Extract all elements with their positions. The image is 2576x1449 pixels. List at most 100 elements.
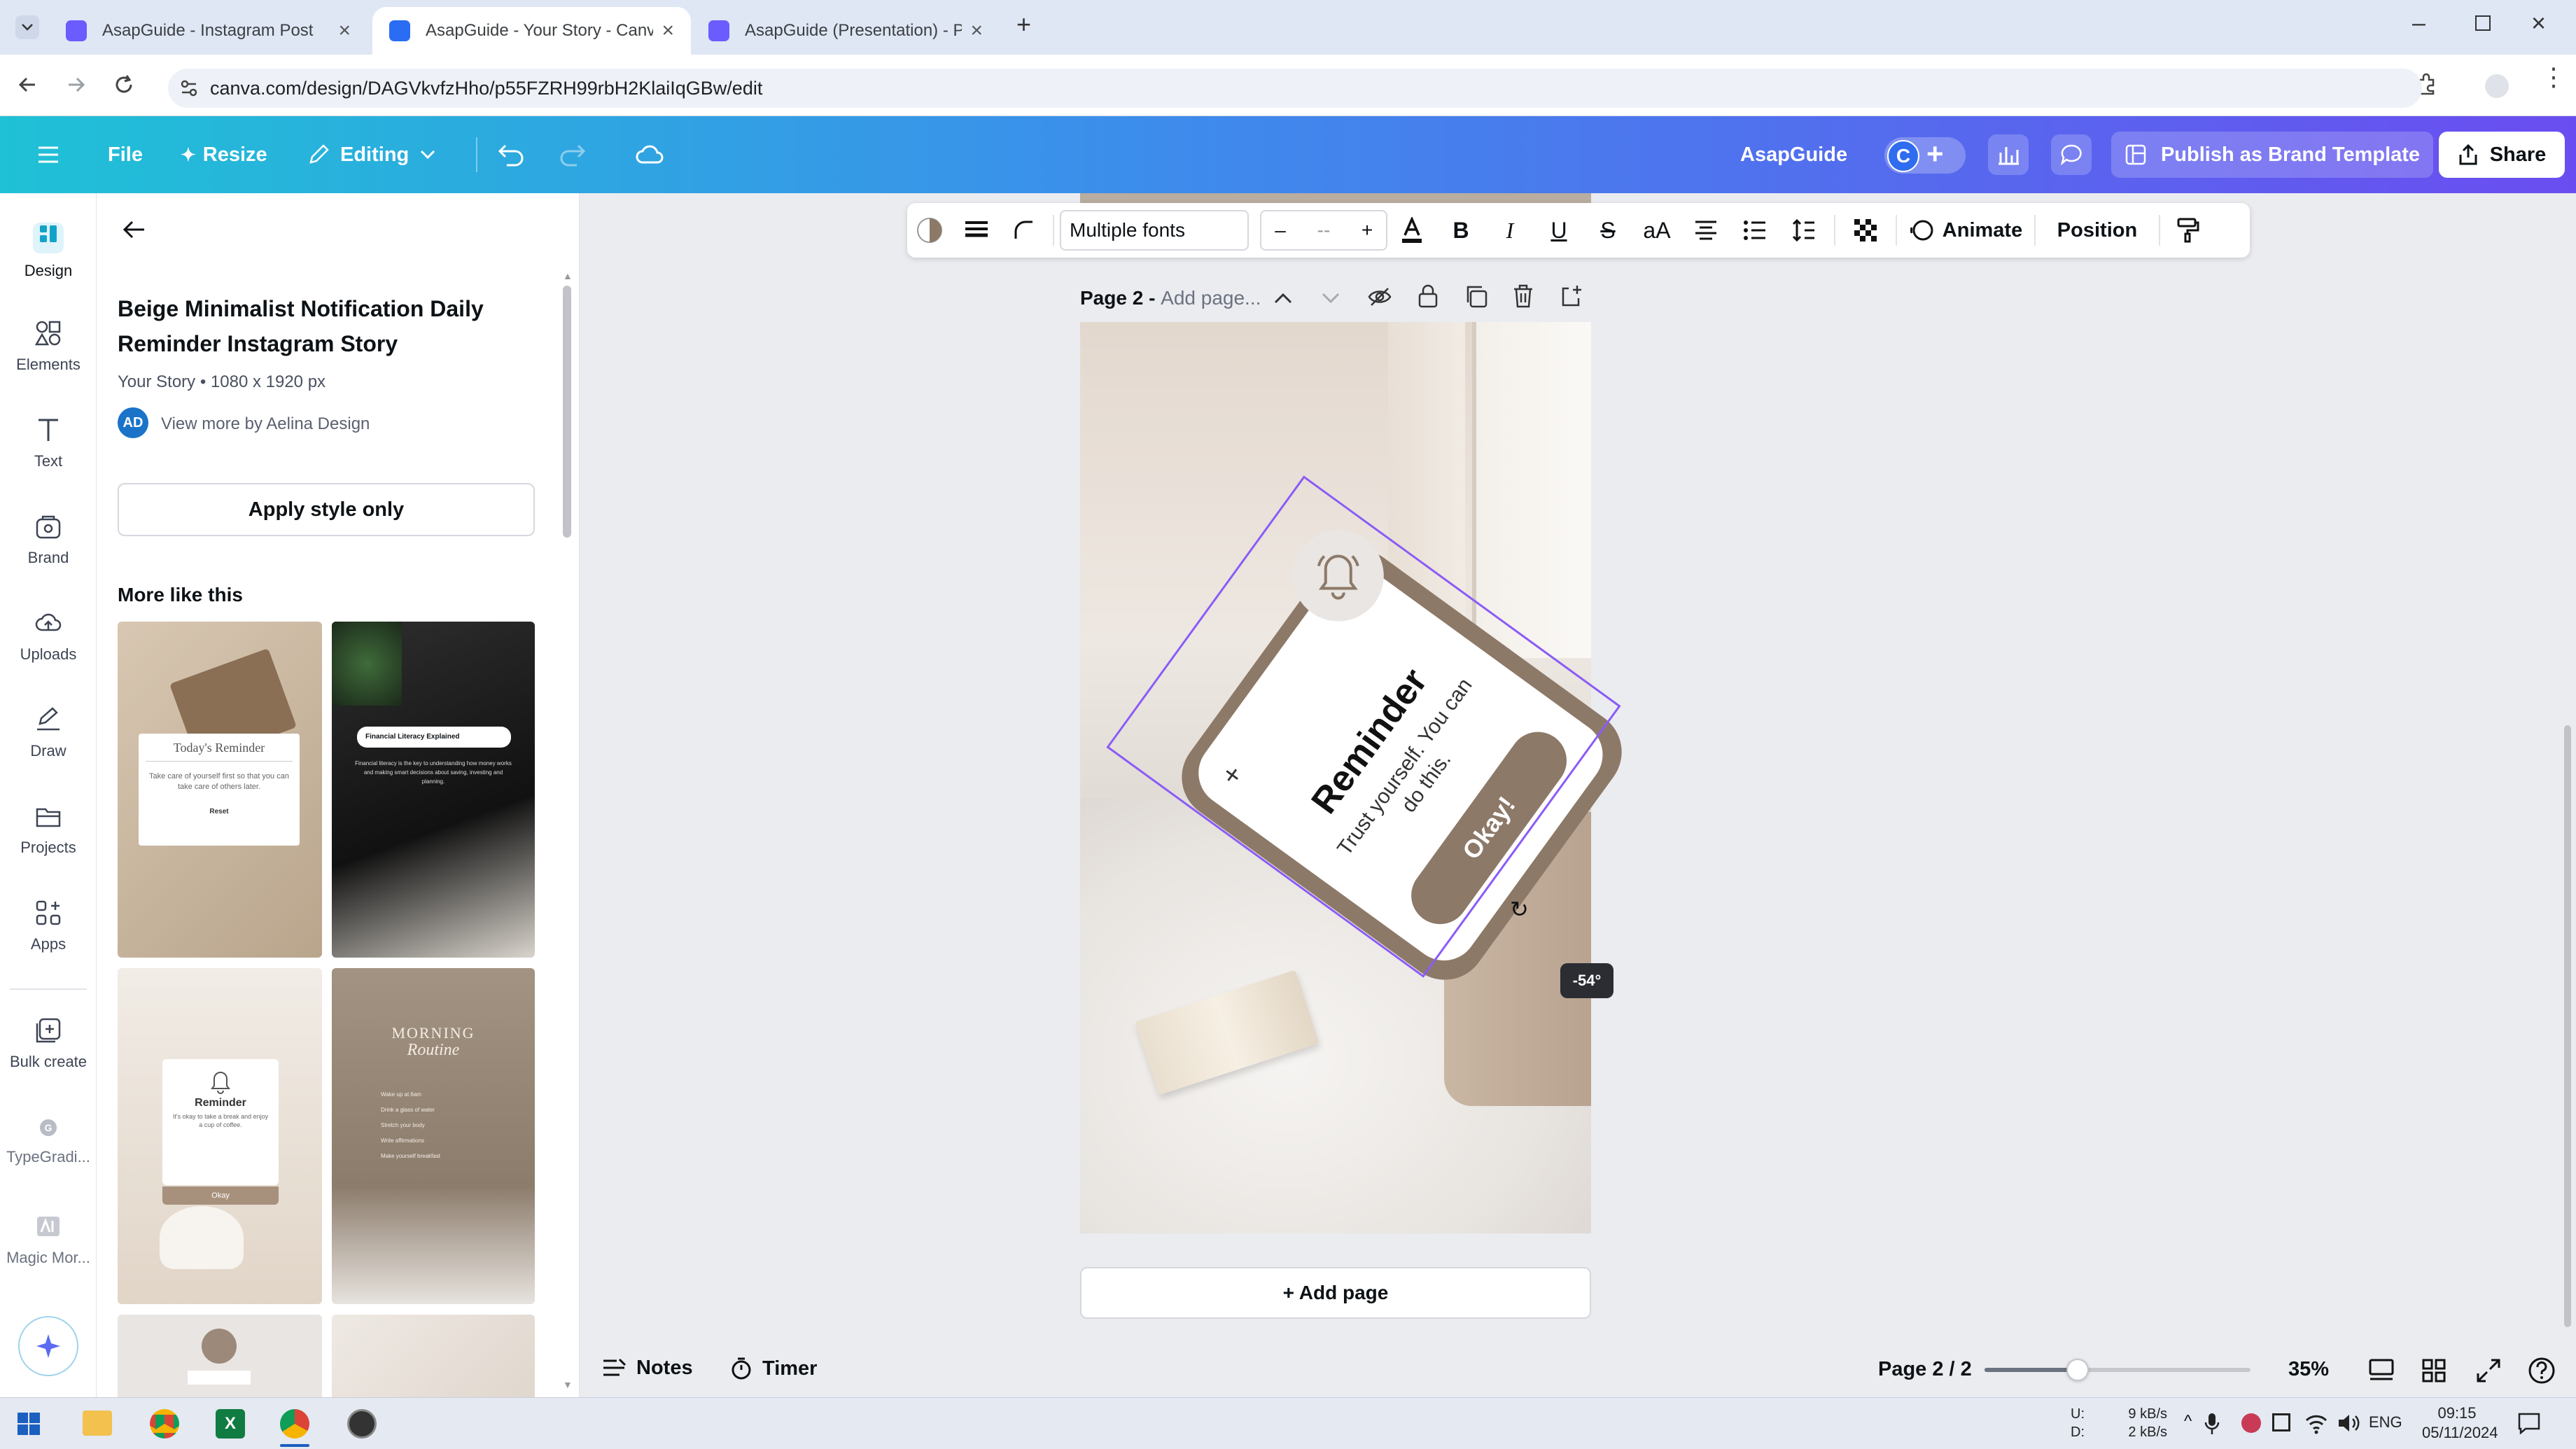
template-thumbnail[interactable]: [118, 1315, 322, 1397]
browser-menu-icon[interactable]: ⋮: [2541, 64, 2566, 90]
apply-style-button[interactable]: Apply style only: [118, 483, 535, 536]
redo-icon[interactable]: [559, 141, 587, 168]
page-view-icon[interactable]: [2368, 1358, 2395, 1383]
team-name[interactable]: AsapGuide: [1740, 116, 1847, 193]
scroll-down-arrow[interactable]: ▼: [563, 1379, 573, 1390]
lock-icon[interactable]: [1416, 283, 1440, 309]
minimize-window-button[interactable]: –: [2412, 10, 2426, 37]
font-size-increase-button[interactable]: +: [1348, 211, 1386, 249]
wifi-icon[interactable]: [2304, 1412, 2328, 1434]
page-title-input[interactable]: Add page...: [1161, 287, 1261, 309]
zoom-slider-handle[interactable]: [2066, 1359, 2089, 1381]
microphone-icon[interactable]: [2204, 1412, 2220, 1436]
comments-button[interactable]: [2051, 134, 2092, 175]
chrome-icon[interactable]: [150, 1409, 179, 1438]
tray-app-icon[interactable]: [2272, 1413, 2290, 1432]
font-size-decrease-button[interactable]: –: [1261, 211, 1299, 249]
chevron-up-icon[interactable]: [1273, 291, 1293, 305]
site-info-icon[interactable]: [179, 78, 199, 98]
list-button[interactable]: [1730, 203, 1779, 258]
rail-item-uploads[interactable]: Uploads: [0, 609, 97, 664]
browser-tab-3[interactable]: AsapGuide (Presentation) - Pre ×: [692, 7, 1000, 55]
file-explorer-icon[interactable]: [83, 1410, 112, 1436]
browser-tab-2[interactable]: AsapGuide - Your Story - Canva ×: [372, 7, 691, 55]
editing-mode-button[interactable]: Editing: [307, 116, 435, 193]
close-tab-icon[interactable]: ×: [338, 19, 351, 43]
notes-button[interactable]: Notes: [601, 1357, 693, 1380]
rail-item-design[interactable]: Design: [0, 223, 97, 280]
template-thumbnail[interactable]: Financial Literacy Explained Financial l…: [332, 622, 535, 958]
template-thumbnail[interactable]: Today's Reminder Take care of yourself f…: [118, 622, 322, 958]
font-size-input[interactable]: --: [1299, 211, 1348, 249]
new-tab-button[interactable]: +: [1016, 10, 1031, 39]
add-page-button[interactable]: + Add page: [1080, 1267, 1591, 1319]
grid-view-icon[interactable]: [2421, 1358, 2446, 1383]
panel-scrollbar[interactable]: ▲ ▼: [560, 270, 574, 1390]
rail-item-bulk-create[interactable]: Bulk create: [0, 1016, 97, 1071]
restore-window-button[interactable]: [2475, 15, 2491, 31]
excel-icon[interactable]: X: [216, 1409, 245, 1438]
zoom-level[interactable]: 35%: [2288, 1358, 2329, 1381]
url-bar[interactable]: canva.com/design/DAGVkvfzHho/p55FZRH99rb…: [168, 69, 2422, 108]
tray-app-icon[interactable]: [2241, 1413, 2261, 1433]
browser-tab-1[interactable]: AsapGuide - Instagram Post ×: [49, 7, 368, 55]
spacing-button[interactable]: [1779, 203, 1828, 258]
rail-item-magic-morph[interactable]: Magic Mor...: [0, 1212, 97, 1267]
chrome-active-icon[interactable]: [280, 1409, 309, 1438]
scrollbar-thumb[interactable]: [563, 286, 571, 538]
publish-brand-template-button[interactable]: Publish as Brand Template: [2111, 132, 2433, 178]
align-button[interactable]: [1681, 203, 1730, 258]
bold-button[interactable]: B: [1436, 203, 1485, 258]
notification-icon[interactable]: [2517, 1412, 2541, 1434]
zoom-slider[interactable]: [1984, 1359, 2250, 1381]
rail-item-draw[interactable]: Draw: [0, 706, 97, 760]
strikethrough-button[interactable]: S: [1583, 203, 1632, 258]
letter-case-button[interactable]: aA: [1632, 203, 1681, 258]
invite-button[interactable]: +: [1926, 137, 1944, 171]
windows-start-icon[interactable]: [17, 1412, 41, 1436]
help-icon[interactable]: [2528, 1357, 2556, 1385]
author-link[interactable]: View more by Aelina Design: [161, 414, 370, 434]
resize-button[interactable]: ✦ Resize: [181, 116, 267, 193]
undo-icon[interactable]: [497, 141, 525, 168]
timer-button[interactable]: Timer: [730, 1357, 817, 1380]
template-thumbnail[interactable]: Reminder It's okay to take a break and e…: [118, 968, 322, 1304]
language-indicator[interactable]: ENG: [2369, 1413, 2402, 1432]
tab-search-button[interactable]: [15, 15, 39, 39]
add-page-icon[interactable]: [1559, 283, 1584, 309]
duplicate-page-icon[interactable]: [1464, 284, 1489, 309]
template-thumbnail[interactable]: MORNING Routine Wake up at 6am Drink a g…: [332, 968, 535, 1304]
template-thumbnail[interactable]: [332, 1315, 535, 1397]
italic-button[interactable]: I: [1485, 203, 1534, 258]
close-tab-icon[interactable]: ×: [970, 19, 983, 43]
hide-page-icon[interactable]: [1367, 284, 1392, 309]
rail-item-elements[interactable]: Elements: [0, 319, 97, 374]
fullscreen-icon[interactable]: [2476, 1358, 2501, 1383]
page-count[interactable]: Page 2 / 2: [1878, 1358, 1972, 1381]
rail-item-projects[interactable]: Projects: [0, 802, 97, 857]
animate-button[interactable]: Animate: [1903, 203, 2029, 258]
volume-icon[interactable]: [2337, 1412, 2360, 1434]
text-color-button[interactable]: [1387, 203, 1436, 258]
border-style-button[interactable]: [952, 203, 1001, 258]
position-button[interactable]: Position: [2041, 203, 2153, 258]
canvas-scrollbar-thumb[interactable]: [2564, 725, 2571, 1327]
rail-item-text[interactable]: Text: [0, 416, 97, 470]
file-menu[interactable]: File: [108, 116, 143, 193]
font-family-select[interactable]: Multiple fonts: [1060, 210, 1249, 251]
screen-recorder-icon[interactable]: [347, 1409, 377, 1438]
rail-item-typegradient[interactable]: G TypeGradi...: [0, 1116, 97, 1166]
clock[interactable]: 09:15 05/11/2024: [2422, 1404, 2498, 1443]
scroll-up-arrow[interactable]: ▲: [563, 270, 573, 281]
trash-icon[interactable]: [1511, 283, 1535, 309]
back-arrow-icon[interactable]: [15, 73, 39, 97]
underline-button[interactable]: U: [1534, 203, 1583, 258]
magic-assistant-button[interactable]: [18, 1316, 78, 1376]
close-tab-icon[interactable]: ×: [662, 19, 674, 43]
color-button[interactable]: [907, 203, 952, 258]
chevron-down-icon[interactable]: [1321, 291, 1340, 305]
insights-button[interactable]: [1988, 134, 2029, 175]
reload-icon[interactable]: [112, 73, 136, 97]
cloud-save-icon[interactable]: [634, 143, 665, 167]
tray-expand-icon[interactable]: ^: [2184, 1412, 2192, 1432]
